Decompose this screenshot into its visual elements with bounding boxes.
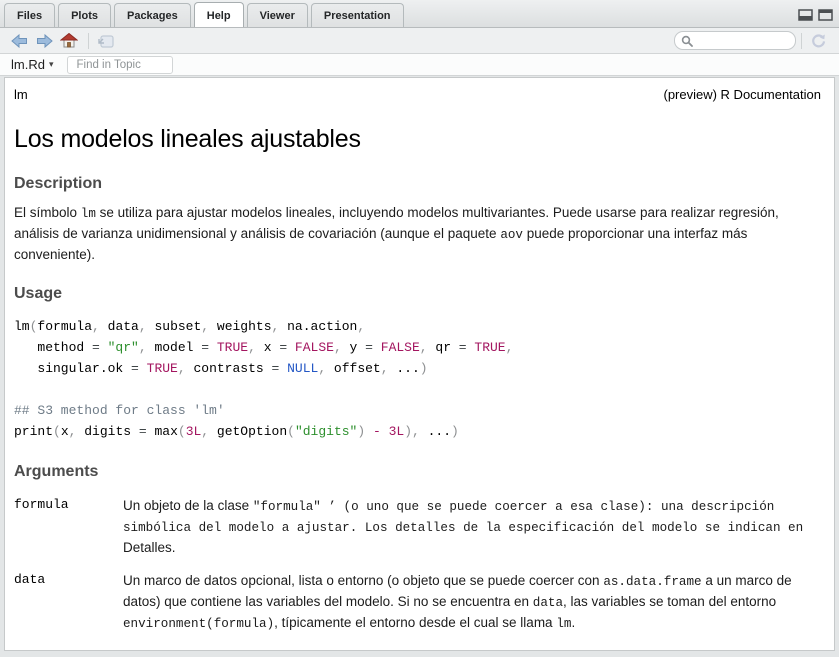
text-run: . [571,615,575,630]
popout-window-icon [97,34,114,48]
section-heading-arguments: Arguments [14,463,821,481]
tab-files[interactable]: Files [4,3,55,27]
home-button[interactable] [58,31,80,51]
topic-selector[interactable]: lm.Rd ▾ [11,57,53,72]
code-line: print(x, digits = max(3L, getOption("dig… [14,421,821,442]
inline-code: as.data.frame [603,575,701,589]
code-line: ## S3 method for class 'lm' [14,400,821,421]
chevron-down-icon: ▾ [49,59,54,70]
text-run: Un objeto de la clase [123,498,253,513]
argument-name: data [14,571,123,634]
home-icon [60,33,78,48]
argument-description: Un marco de datos opcional, lista o ento… [123,571,821,634]
argument-name: subset [14,648,123,651]
code-line: lm(formula, data, subset, weights, na.ac… [14,316,821,337]
tab-packages[interactable]: Packages [114,3,191,27]
tab-strip: FilesPlotsPackagesHelpViewerPresentation [4,0,407,27]
argument-description: Un objeto de la clase "formula" ’ (o uno… [123,496,821,557]
toolbar-separator [88,33,89,49]
text-run: El símbolo [14,205,81,220]
inline-code: environment(formula) [123,617,274,631]
section-heading-usage: Usage [14,285,821,303]
inline-code: lm [556,617,571,631]
doc-meta-row: lm (preview) R Documentation [14,87,821,102]
find-in-topic-input[interactable] [67,56,173,74]
text-run: Un vector opcional que especifica un sub… [123,650,807,651]
help-toolbar [0,28,839,54]
help-search-input[interactable] [697,35,789,47]
help-search-box[interactable] [674,31,796,50]
text-run: , típicamente el entorno desde el cual s… [274,615,556,630]
code-line [14,379,821,400]
tab-presentation[interactable]: Presentation [311,3,404,27]
forward-button[interactable] [33,31,55,51]
inline-code: lm [81,207,96,221]
code-line: singular.ok = TRUE, contrasts = NULL, of… [14,358,821,379]
minimize-pane-button[interactable] [798,8,813,20]
maximize-icon [818,9,833,21]
help-content-panel: lm (preview) R Documentation Los modelos… [4,77,835,651]
pane-tab-bar: FilesPlotsPackagesHelpViewerPresentation [0,0,839,28]
code-line: method = "qr", model = TRUE, x = FALSE, … [14,337,821,358]
topic-bar: lm.Rd ▾ [0,54,839,76]
search-icon [681,35,693,47]
r-documentation-page: lm (preview) R Documentation Los modelos… [5,78,834,651]
text-run: Detalles. [123,540,176,555]
arguments-table: formulaUn objeto de la clase "formula" ’… [14,496,821,651]
show-in-new-window-button[interactable] [94,31,116,51]
window-controls [798,8,833,27]
tab-help[interactable]: Help [194,2,244,27]
toolbar-separator-right [801,33,802,49]
minimize-icon [798,9,813,21]
section-heading-description: Description [14,175,821,193]
doc-topic-id: lm [14,87,28,102]
refresh-button[interactable] [807,31,829,51]
argument-name: formula [14,496,123,557]
description-text: El símbolo lm se utiliza para ajustar mo… [14,203,821,264]
back-icon [11,34,28,48]
page-title: Los modelos lineales ajustables [14,125,821,154]
text-run: Un marco de datos opcional, lista o ento… [123,573,603,588]
inline-code: aov [500,228,523,242]
usage-code-block: lm(formula, data, subset, weights, na.ac… [14,316,821,442]
refresh-icon [810,33,827,49]
maximize-pane-button[interactable] [818,8,833,20]
forward-icon [36,34,53,48]
text-run: , las variables se toman del entorno [563,594,776,609]
tab-plots[interactable]: Plots [58,3,111,27]
argument-description: Un vector opcional que especifica un sub… [123,648,821,651]
doc-type-label: (preview) R Documentation [663,87,821,102]
inline-code: data [533,596,563,610]
tab-viewer[interactable]: Viewer [247,3,308,27]
topic-selector-label: lm.Rd [11,57,45,72]
back-button[interactable] [8,31,30,51]
